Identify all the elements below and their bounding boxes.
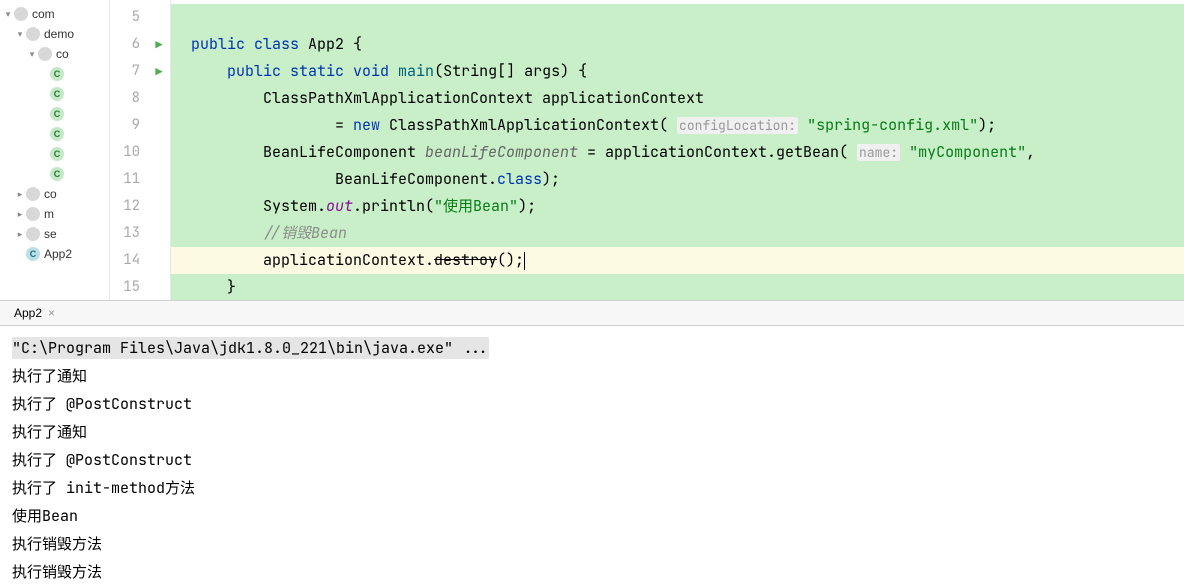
chevron-down-icon: ▾ xyxy=(26,49,38,60)
code-area[interactable]: public class App2 { public static void m… xyxy=(171,0,1184,300)
folder-icon xyxy=(26,187,40,201)
code-line: BeanLifeComponent.class); xyxy=(171,166,1184,193)
tree-item[interactable]: ▾com xyxy=(0,4,109,24)
class-icon: C xyxy=(50,87,64,101)
tree-item[interactable]: ▸co xyxy=(0,184,109,204)
close-icon[interactable]: × xyxy=(48,306,55,320)
class-icon: C xyxy=(50,67,64,81)
code-line: public class App2 { xyxy=(171,31,1184,58)
editor-gutter: 56789101112131415 ▶ ▶ xyxy=(110,0,171,300)
text-cursor xyxy=(524,252,525,270)
chevron-right-icon: ▸ xyxy=(14,229,26,240)
code-line xyxy=(171,4,1184,31)
tree-item[interactable]: ▸se xyxy=(0,224,109,244)
tree-item[interactable]: ▾co xyxy=(0,44,109,64)
tree-item[interactable]: CApp2 xyxy=(0,244,109,264)
folder-icon xyxy=(26,227,40,241)
tree-item[interactable]: ▾demo xyxy=(0,24,109,44)
console-line: 执行了 @PostConstruct xyxy=(12,446,1172,474)
chevron-right-icon: ▸ xyxy=(14,209,26,220)
run-icon[interactable]: ▶ xyxy=(155,37,162,53)
console-tabbar: App2 × xyxy=(0,300,1184,326)
chevron-down-icon: ▾ xyxy=(2,9,14,20)
folder-icon xyxy=(26,207,40,221)
folder-icon xyxy=(14,7,28,21)
run-gutter: ▶ ▶ xyxy=(148,0,170,300)
class-icon: C xyxy=(50,147,64,161)
code-line: //销毁Bean xyxy=(171,220,1184,247)
folder-icon xyxy=(38,47,52,61)
folder-icon xyxy=(26,27,40,41)
class-icon: C xyxy=(50,167,64,181)
class-icon: C xyxy=(50,107,64,121)
console-line: 执行了 init-method方法 xyxy=(12,474,1172,502)
console-line: 使用Bean xyxy=(12,502,1172,530)
console-line: 执行了通知 xyxy=(12,418,1172,446)
code-line: applicationContext.destroy(); xyxy=(171,247,1184,274)
tree-item[interactable]: C xyxy=(0,124,109,144)
tree-item[interactable]: ▸m xyxy=(0,204,109,224)
code-editor[interactable]: 56789101112131415 ▶ ▶ public class App2 … xyxy=(110,0,1184,300)
code-line: ClassPathXmlApplicationContext applicati… xyxy=(171,85,1184,112)
code-line: } xyxy=(171,274,1184,301)
class-icon: C xyxy=(26,247,40,261)
tree-item[interactable]: C xyxy=(0,164,109,184)
console-tab[interactable]: App2 × xyxy=(8,306,61,320)
chevron-right-icon: ▸ xyxy=(14,189,26,200)
chevron-down-icon: ▾ xyxy=(14,29,26,40)
tree-item[interactable]: C xyxy=(0,104,109,124)
line-numbers: 56789101112131415 xyxy=(110,0,148,300)
code-line: System.out.println("使用Bean"); xyxy=(171,193,1184,220)
console-line: "C:\Program Files\Java\jdk1.8.0_221\bin\… xyxy=(12,334,1172,362)
code-line: BeanLifeComponent beanLifeComponent = ap… xyxy=(171,139,1184,166)
console-output[interactable]: "C:\Program Files\Java\jdk1.8.0_221\bin\… xyxy=(0,326,1184,588)
class-icon: C xyxy=(50,127,64,141)
tab-label: App2 xyxy=(14,306,42,320)
console-line: 执行了 @PostConstruct xyxy=(12,390,1172,418)
code-line: = new ClassPathXmlApplicationContext( co… xyxy=(171,112,1184,139)
run-icon[interactable]: ▶ xyxy=(155,64,162,80)
code-line: public static void main(String[] args) { xyxy=(171,58,1184,85)
tree-item[interactable]: C xyxy=(0,144,109,164)
project-tree[interactable]: ▾com ▾demo ▾co C C C C C C ▸co ▸m ▸se CA… xyxy=(0,0,110,300)
tree-item[interactable]: C xyxy=(0,84,109,104)
console-line: 执行销毁方法 xyxy=(12,530,1172,558)
console-line: 执行销毁方法 xyxy=(12,558,1172,586)
console-line: 执行了通知 xyxy=(12,362,1172,390)
tree-item[interactable]: C xyxy=(0,64,109,84)
